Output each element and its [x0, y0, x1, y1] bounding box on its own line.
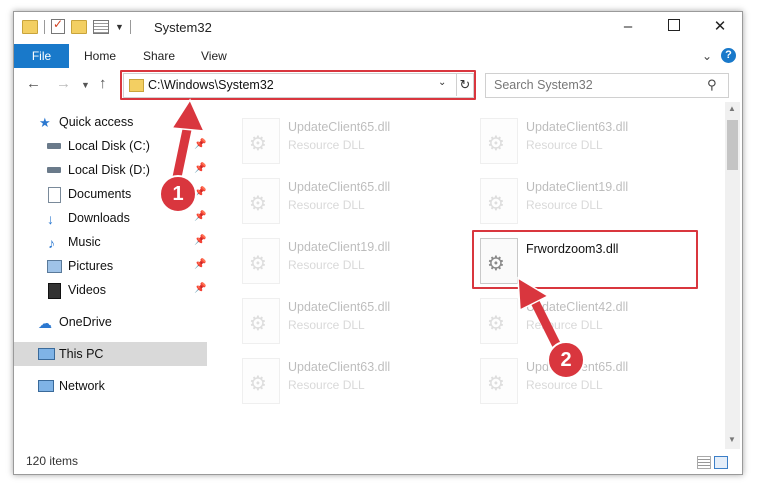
step-2-badge: 2	[547, 341, 585, 379]
step-1-badge: 1	[159, 175, 197, 213]
arrow-2-icon	[517, 276, 565, 357]
arrow-1-icon	[170, 98, 206, 187]
callout-arrows	[170, 98, 565, 357]
